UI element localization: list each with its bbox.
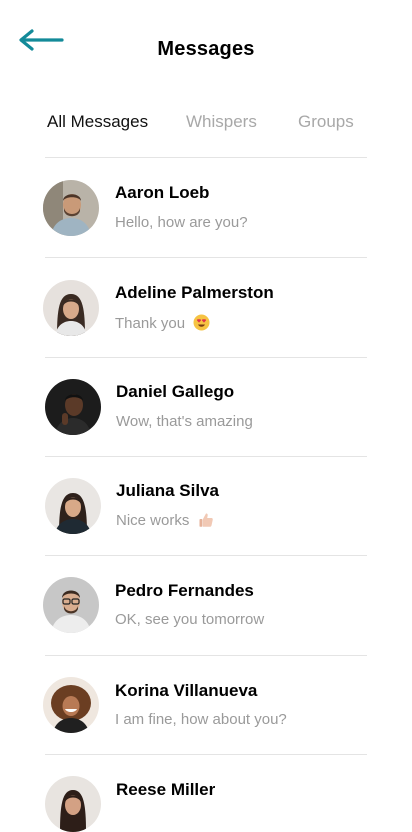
message-preview: Hello, how are you?	[115, 214, 248, 231]
message-preview: Wow, that's amazing	[116, 413, 253, 430]
conversation-row[interactable]: Adeline Palmerston Thank you	[0, 258, 412, 357]
contact-name: Juliana Silva	[116, 481, 219, 500]
contact-name: Pedro Fernandes	[115, 581, 254, 600]
heart-eyes-emoji-icon	[193, 314, 210, 335]
conversation-row[interactable]: Aaron Loeb Hello, how are you?	[0, 158, 412, 257]
conversation-row[interactable]: Reese Miller	[0, 755, 412, 832]
message-preview: Thank you	[115, 314, 210, 335]
contact-name: Daniel Gallego	[116, 382, 235, 401]
conversation-row[interactable]: Korina Villanueva I am fine, how about y…	[0, 656, 412, 755]
conversation-row[interactable]: Pedro Fernandes OK, see you tomorrow	[0, 556, 412, 655]
contact-name: Adeline Palmerston	[115, 283, 274, 302]
contact-name: Reese Miller	[116, 780, 216, 799]
thumbs-up-emoji-icon	[198, 512, 214, 532]
avatar	[43, 180, 99, 236]
contact-name: Aaron Loeb	[115, 183, 210, 202]
avatar	[43, 577, 99, 633]
avatar	[45, 379, 101, 435]
message-preview: Nice works	[116, 512, 214, 532]
avatar	[43, 280, 99, 336]
avatar	[43, 677, 99, 733]
avatar	[45, 478, 101, 534]
contact-name: Korina Villanueva	[115, 681, 258, 700]
conversation-list: Aaron Loeb Hello, how are you? Adeline P…	[0, 0, 412, 832]
conversation-row[interactable]: Daniel Gallego Wow, that's amazing	[0, 358, 412, 457]
message-preview: OK, see you tomorrow	[115, 611, 265, 628]
avatar	[45, 776, 101, 832]
message-text: Nice works	[116, 512, 190, 529]
message-text: Thank you	[115, 315, 186, 332]
conversation-row[interactable]: Juliana Silva Nice works	[0, 457, 412, 556]
message-preview: I am fine, how about you?	[115, 711, 287, 728]
